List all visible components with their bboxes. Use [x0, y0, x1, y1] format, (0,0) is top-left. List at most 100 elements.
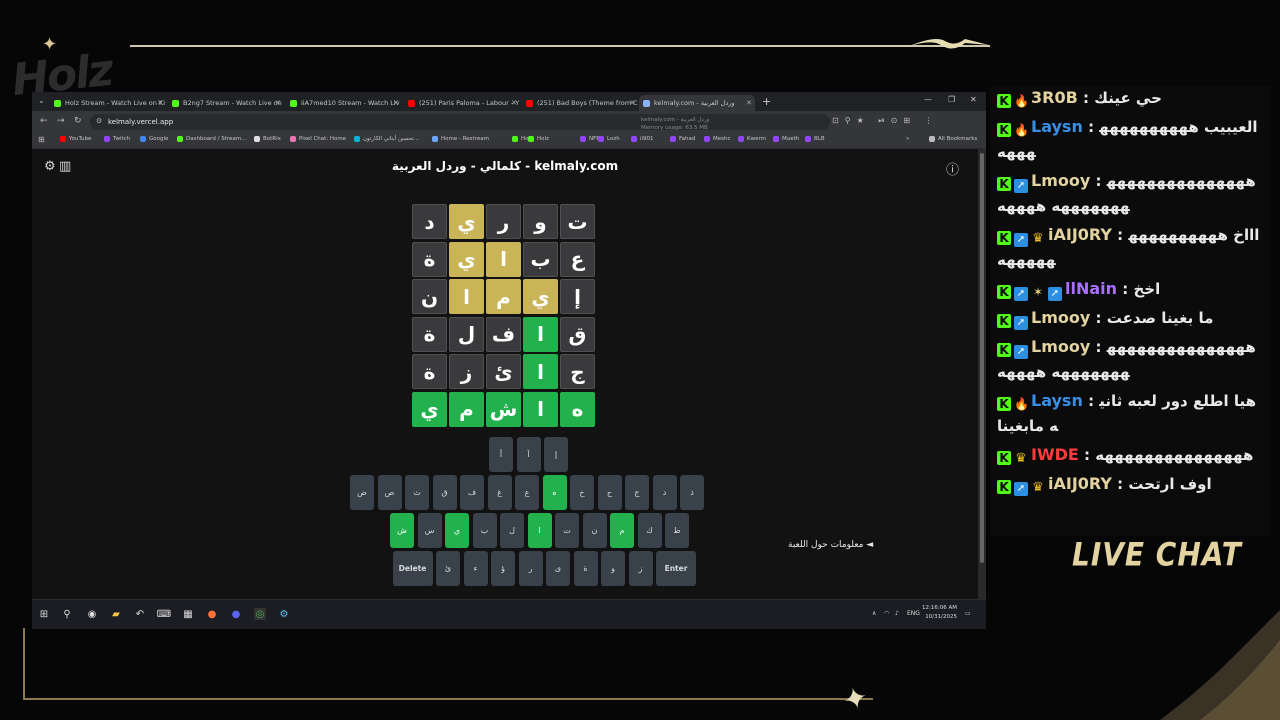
bookmark-item[interactable]: Twitch [104, 136, 130, 142]
browser-tab[interactable]: Holz Stream - Watch Live on Ki ✕ [50, 95, 166, 111]
keyboard-key[interactable]: ل [500, 513, 524, 548]
tab-close-icon[interactable]: ✕ [629, 99, 635, 107]
keyboard-key[interactable]: ع [515, 475, 539, 510]
tab-close-icon[interactable]: ✕ [393, 99, 399, 107]
chat-username[interactable]: IWDE [1031, 445, 1079, 464]
bookmark-item[interactable]: ii901 [631, 136, 654, 142]
extension-icons[interactable]: ⊡⚲★ ⏯⊙⊞ ⋮ [832, 116, 939, 126]
reload-icon[interactable]: ↻ [74, 116, 82, 126]
info-icon[interactable]: ⓘ [946, 159, 959, 178]
keyboard-key[interactable]: ص [377, 475, 402, 510]
steam-icon[interactable]: ⚙ [278, 608, 290, 620]
bookmark-item[interactable]: Home - Restream [432, 136, 489, 142]
browser-tab[interactable]: (251) Paris Paloma - Labour - Y ✕ [404, 95, 520, 111]
new-tab-button[interactable]: + [762, 95, 771, 108]
chat-username[interactable]: Lmooy [1031, 337, 1090, 356]
keyboard-key[interactable]: ذ [680, 475, 704, 510]
tab-close-icon[interactable]: ✕ [157, 99, 163, 107]
keyboard-key[interactable]: ب [472, 513, 497, 548]
scrollbar-thumb[interactable] [980, 153, 984, 563]
bookmarks-overflow-icon[interactable]: » [906, 136, 909, 142]
start-windows-icon[interactable]: ⊞ [38, 608, 50, 620]
chat-username[interactable]: llNain [1065, 279, 1117, 298]
page-scrollbar[interactable] [978, 149, 986, 599]
keyboard-key[interactable]: ج [625, 475, 649, 510]
search-icon[interactable]: ⚲ [61, 608, 73, 620]
bookmark-item[interactable]: Google [140, 136, 168, 142]
bookmark-item[interactable]: Mueth [773, 136, 799, 142]
close-window-button[interactable]: ✕ [970, 95, 977, 104]
keyboard-key[interactable]: ق [432, 475, 457, 510]
keyboard-key[interactable]: ا [527, 513, 552, 548]
bookmark-item[interactable]: BLB [805, 136, 825, 142]
discord-icon[interactable]: ● [230, 608, 242, 620]
browser-tab[interactable]: iiA7med10 Stream - Watch Liv ✕ [286, 95, 402, 111]
keyboard-key[interactable]: ؤ [491, 551, 515, 586]
bookmark-item[interactable]: BotRix [254, 136, 281, 142]
chat-username[interactable]: iAIJ0RY [1048, 225, 1112, 244]
bookmark-item[interactable]: Holz [528, 136, 549, 142]
keyboard-key[interactable]: خ [570, 475, 594, 510]
keyboard-key[interactable]: ئ [436, 551, 460, 586]
keyboard-key[interactable]: ث [405, 475, 429, 510]
keyboard-key[interactable]: ط [665, 513, 689, 548]
calculator-icon[interactable]: ▦ [182, 608, 194, 620]
firefox-icon[interactable]: ● [206, 608, 218, 620]
maximize-button[interactable]: ❐ [948, 95, 955, 104]
bookmark-item[interactable]: Lozh [598, 136, 620, 142]
keyboard-key[interactable]: ح [597, 475, 622, 510]
keyboard-key[interactable]: و [601, 551, 625, 586]
tab-search-icon[interactable]: ⌄ [38, 96, 45, 105]
forward-icon[interactable]: → [57, 116, 65, 126]
keyboard-key[interactable]: ن [582, 513, 607, 548]
keyboard-key[interactable]: ى [546, 551, 570, 586]
keyboard-key[interactable]: د [652, 475, 677, 510]
volume-icon[interactable]: ♪ [895, 610, 899, 617]
bookmark-item[interactable]: Fahad [670, 136, 695, 142]
bookmark-item[interactable]: Meshc [704, 136, 731, 142]
chat-username[interactable]: Lmooy [1031, 171, 1090, 190]
keyboard-key[interactable]: م [610, 513, 634, 548]
chat-username[interactable]: 3R0B [1031, 88, 1078, 107]
tab-close-icon[interactable]: ✕ [275, 99, 281, 107]
keyboard-key[interactable]: ك [637, 513, 662, 548]
back-icon[interactable]: ← [40, 116, 48, 126]
keyboard-key[interactable]: ر [518, 551, 543, 586]
chat-username[interactable]: Laysn [1031, 391, 1083, 410]
language-indicator[interactable]: ENG [907, 610, 920, 617]
minimize-button[interactable]: — [924, 95, 932, 104]
keyboard-key[interactable]: ت [555, 513, 579, 548]
notification-icon[interactable]: ▭ [965, 610, 971, 617]
address-bar[interactable]: ⚙ kelmaly.vercel.app [90, 114, 830, 130]
browser-tab[interactable]: B2ng7 Stream - Watch Live on ✕ [168, 95, 284, 111]
tray-expand-icon[interactable]: ∧ [872, 610, 876, 617]
keyboard-key[interactable]: ه [542, 475, 567, 510]
all-bookmarks[interactable]: All Bookmarks [929, 136, 977, 142]
keyboard-key[interactable]: غ [487, 475, 512, 510]
bookmark-item[interactable]: Dashboard / Stream... [177, 136, 246, 142]
chrome-icon[interactable]: ◎ [254, 608, 266, 620]
keyboard-key[interactable]: ض [350, 475, 374, 510]
keyboard-icon[interactable]: ⌨ [157, 608, 171, 620]
tab-close-icon[interactable]: ✕ [746, 99, 752, 107]
bookmark-item[interactable]: Kwerm [738, 136, 766, 142]
browser-tab[interactable]: (251) Bad Boys (Theme from Co ✕ [522, 95, 638, 111]
tab-close-icon[interactable]: ✕ [511, 99, 517, 107]
keyboard-key[interactable]: س [417, 513, 442, 548]
keyboard-key[interactable]: ش [390, 513, 414, 548]
keyboard-key[interactable]: ي [445, 513, 469, 548]
browser-tab[interactable]: kelmaly.com - وردل العربية ✕ [639, 95, 755, 111]
bookmark-item[interactable]: YouTube [60, 136, 91, 142]
file-explorer-icon[interactable]: ▰ [110, 608, 122, 620]
chat-username[interactable]: Laysn [1031, 117, 1083, 136]
clock[interactable]: 12:16:06 AM 10/31/2025 [922, 604, 957, 622]
bookmark-item[interactable]: Pixel Chat: Home [290, 136, 346, 142]
keyboard-key[interactable]: آ [516, 437, 541, 472]
enter-key[interactable]: Enter [656, 551, 696, 586]
keyboard-key[interactable]: ف [460, 475, 484, 510]
delete-key[interactable]: Delete [392, 551, 433, 586]
game-info-link[interactable]: معلومات حول اللعبة ◄ [788, 540, 873, 550]
obs-icon[interactable]: ◉ [86, 608, 98, 620]
network-icon[interactable]: ◠ [884, 610, 889, 617]
apps-icon[interactable]: ⊞ [38, 135, 45, 144]
